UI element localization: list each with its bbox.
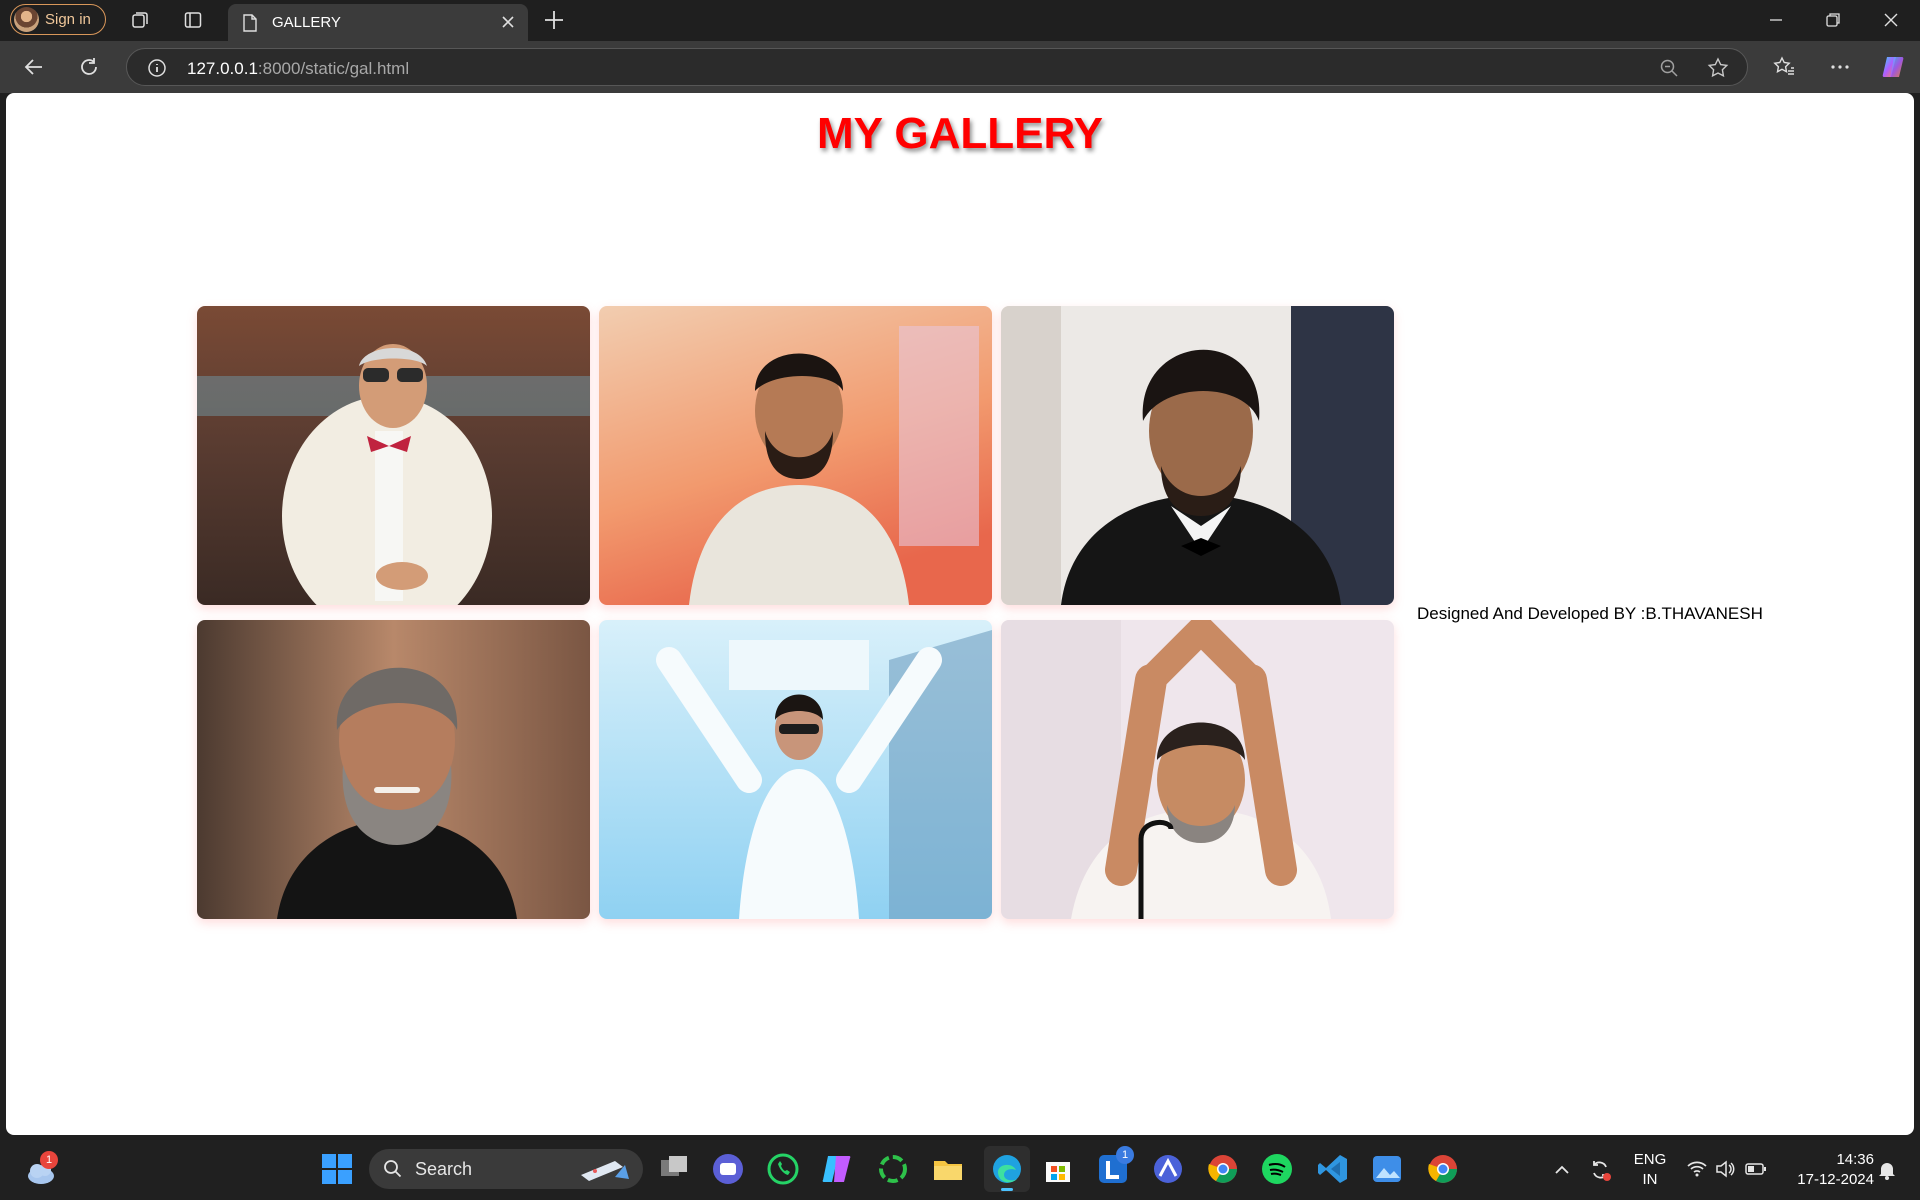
site-info-icon[interactable]	[147, 58, 167, 78]
search-highlight-icon	[581, 1161, 629, 1181]
copilot-icon[interactable]	[1880, 53, 1908, 81]
taskbar-search[interactable]: Search	[369, 1149, 643, 1189]
sync-app-icon[interactable]	[876, 1152, 910, 1186]
profile-avatar	[14, 7, 39, 32]
spotify-icon[interactable]	[1260, 1152, 1294, 1186]
clock[interactable]: 14:36 17-12-2024	[1784, 1150, 1874, 1190]
search-icon	[384, 1160, 402, 1178]
reload-icon[interactable]	[77, 55, 101, 79]
url-path: :8000/static/gal.html	[257, 59, 410, 78]
file-explorer-icon[interactable]	[931, 1152, 965, 1186]
page-title: MY GALLERY	[816, 109, 1104, 158]
task-view-icon[interactable]	[657, 1152, 691, 1186]
sign-in-button[interactable]: Sign in	[10, 4, 106, 35]
address-toolbar: 127.0.0.1:8000/static/gal.html	[0, 41, 1920, 93]
gallery-photo-3[interactable]	[1001, 306, 1394, 605]
app-badge: 1	[1116, 1146, 1134, 1164]
url-host: 127.0.0.1	[187, 59, 258, 78]
tab-gallery[interactable]: GALLERY	[228, 4, 528, 41]
battery-icon[interactable]	[1745, 1160, 1767, 1178]
new-tab-icon[interactable]	[542, 8, 566, 32]
gallery-photo-5[interactable]	[599, 620, 992, 919]
favorite-star-icon[interactable]	[1707, 57, 1729, 79]
language-code: ENG	[1633, 1151, 1667, 1168]
chrome-icon[interactable]	[1206, 1152, 1240, 1186]
url-text: 127.0.0.1:8000/static/gal.html	[187, 59, 409, 79]
teams-chat-icon[interactable]	[711, 1152, 745, 1186]
weather-widget[interactable]: 1	[24, 1151, 58, 1188]
edge-icon	[993, 1155, 1021, 1183]
language-indicator[interactable]: ENG IN	[1628, 1150, 1672, 1190]
wifi-icon[interactable]	[1686, 1158, 1708, 1180]
address-bar[interactable]: 127.0.0.1:8000/static/gal.html	[126, 48, 1748, 86]
back-icon[interactable]	[22, 55, 46, 79]
gallery-photo-2[interactable]	[599, 306, 992, 605]
microsoft-store-icon[interactable]	[1041, 1152, 1075, 1186]
close-window-icon[interactable]	[1881, 10, 1901, 30]
search-label: Search	[415, 1159, 473, 1179]
minimize-icon[interactable]	[1766, 10, 1786, 30]
gallery-photo-4[interactable]	[197, 620, 590, 919]
chrome-icon-2[interactable]	[1426, 1152, 1460, 1186]
developer-credit: Designed And Developed BY :B.THAVANESH	[1417, 604, 1763, 623]
show-hidden-icons-chevron[interactable]	[1552, 1160, 1572, 1180]
tab-title: GALLERY	[272, 14, 341, 31]
sync-status-icon[interactable]	[1588, 1158, 1612, 1182]
close-tab-icon[interactable]	[500, 14, 516, 30]
taskbar: 1 Search 1 ENG IN 14:36 17-12-2024	[0, 1140, 1920, 1200]
copilot-app-icon[interactable]	[820, 1152, 854, 1186]
workspaces-icon[interactable]	[129, 9, 151, 31]
weather-badge: 1	[40, 1151, 58, 1169]
browser-tab-bar: Sign in GALLERY	[0, 0, 1920, 41]
more-menu-icon[interactable]	[1828, 55, 1852, 79]
vscode-icon[interactable]	[1316, 1152, 1350, 1186]
gallery-photo-1[interactable]	[197, 306, 590, 605]
volume-icon[interactable]	[1714, 1158, 1736, 1180]
start-icon[interactable]	[320, 1152, 354, 1186]
whatsapp-icon[interactable]	[766, 1152, 800, 1186]
restore-icon[interactable]	[1823, 10, 1843, 30]
clock-time: 14:36	[1836, 1151, 1874, 1168]
zoom-out-icon[interactable]	[1659, 58, 1679, 78]
page-viewport: MY GALLERY Designed And Developed BY:B.…	[6, 93, 1914, 1135]
sign-in-label: Sign in	[45, 11, 91, 28]
lens-app-button[interactable]: 1	[1096, 1146, 1134, 1186]
gallery-photo-6[interactable]	[1001, 620, 1394, 919]
tab-actions-icon[interactable]	[182, 9, 204, 31]
language-region: IN	[1642, 1171, 1658, 1188]
clock-date: 17-12-2024	[1797, 1171, 1874, 1188]
notification-bell-icon[interactable]	[1876, 1159, 1898, 1181]
favorites-icon[interactable]	[1772, 55, 1796, 79]
arc-app-icon[interactable]	[1151, 1152, 1185, 1186]
photos-app-icon[interactable]	[1370, 1152, 1404, 1186]
edge-taskbar-button[interactable]	[984, 1146, 1030, 1192]
page-icon	[243, 13, 257, 32]
